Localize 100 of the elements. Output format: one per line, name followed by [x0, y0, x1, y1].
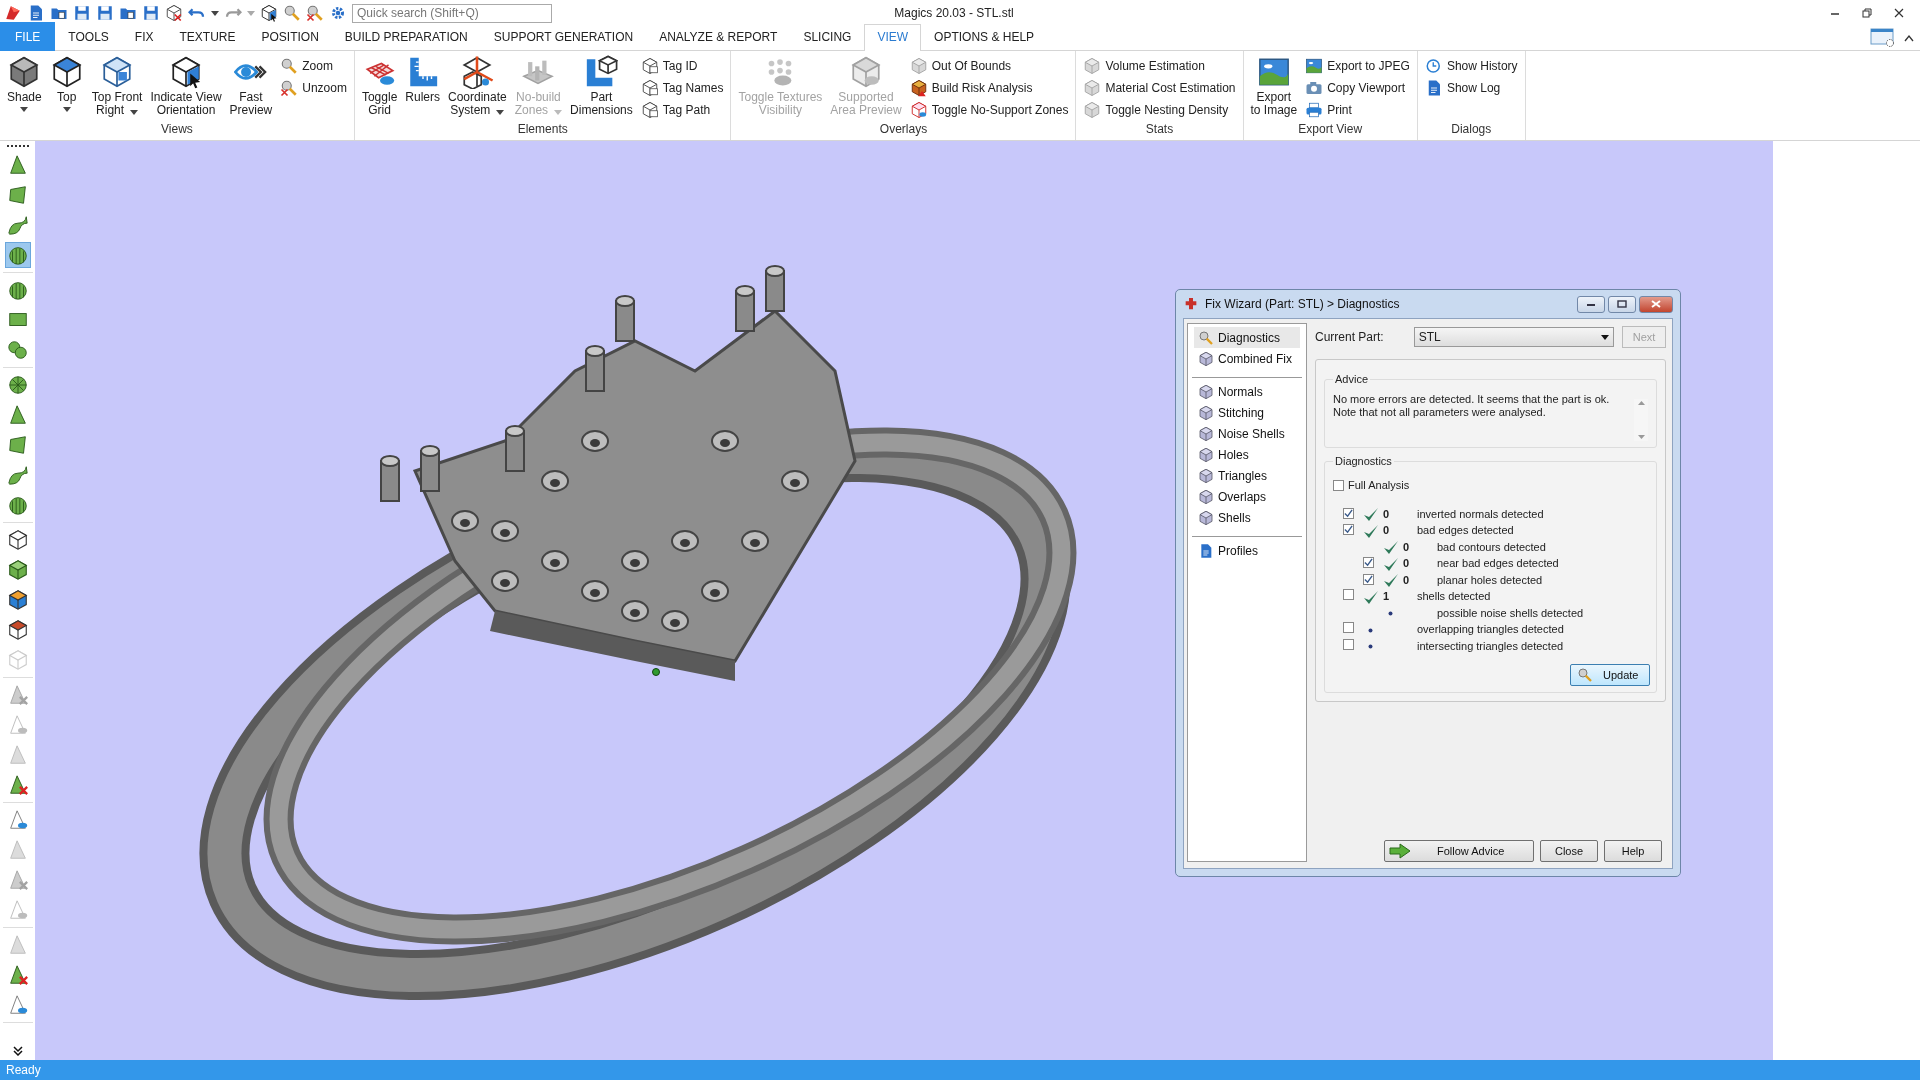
ribbon-tab[interactable]: SLICING [790, 24, 865, 51]
shape-tool-icon [6, 244, 29, 266]
ribbon-button[interactable]: Zoom [277, 55, 350, 76]
caret-icon [1601, 334, 1609, 340]
checkbox[interactable] [1343, 622, 1354, 633]
ribbon-button[interactable]: Top Front Right [88, 53, 146, 120]
unload-part-icon [165, 4, 183, 22]
ribbon-button[interactable]: Fast Preview [226, 53, 276, 120]
nav-item[interactable]: Overlaps [1194, 486, 1300, 507]
cube-warning-icon [909, 78, 928, 97]
shape-tool-icon [6, 464, 29, 486]
ribbon-button[interactable]: Toggle Grid [358, 53, 401, 120]
count-value: 0 [1382, 507, 1390, 520]
magnifier-cross-icon [280, 78, 299, 97]
nav-item[interactable]: Normals [1194, 381, 1300, 402]
maximize-button[interactable] [1608, 295, 1636, 313]
search-field[interactable]: Quick search (Shift+Q) [352, 3, 552, 23]
ribbon-tab[interactable]: VIEW [864, 24, 922, 51]
checkbox[interactable] [1333, 479, 1344, 491]
close-icon [1650, 300, 1662, 308]
update-button[interactable]: Update [1570, 664, 1650, 686]
ribbon-tab[interactable]: TOOLS [55, 24, 122, 51]
ribbon-button[interactable]: Unzoom [277, 77, 350, 98]
ribbon-button[interactable]: Show Log [1421, 77, 1521, 98]
nav-item[interactable]: Holes [1194, 444, 1300, 465]
ribbon-tab[interactable]: POSITION [248, 24, 332, 51]
ribbon-button[interactable]: Rulers [402, 53, 443, 120]
diagnostic-label: intersecting triangles detected [1417, 638, 1565, 654]
group-label: Stats [1145, 121, 1174, 138]
diagnostic-label: possible noise shells detected [1437, 605, 1585, 621]
ribbon-button[interactable]: Export to Image [1247, 53, 1301, 120]
ribbon-button[interactable]: Toggle No-Support Zones [906, 99, 1072, 120]
nav-item[interactable]: Triangles [1194, 465, 1300, 486]
ribbon-button[interactable]: Tag ID [637, 55, 727, 76]
settings-icon [329, 4, 347, 22]
dialog-button[interactable]: Help [1604, 840, 1662, 862]
pivot-marker-icon [652, 668, 660, 676]
tool-button[interactable] [4, 242, 31, 268]
ribbon-button[interactable]: Tag Names [637, 77, 727, 98]
ribbon-button[interactable]: Build Risk Analysis [906, 77, 1072, 98]
close-button[interactable] [1639, 295, 1673, 313]
ribbon-button[interactable]: Export to JPEG [1302, 55, 1413, 76]
ribbon-button[interactable]: Copy Viewport [1302, 77, 1413, 98]
count-value: 0 [1402, 540, 1410, 553]
checkbox[interactable] [1343, 589, 1354, 601]
cube-tool-icon [6, 529, 29, 551]
ribbon-button[interactable]: Print [1302, 99, 1413, 120]
cube-icon [1198, 350, 1214, 367]
group-label: Export View [1298, 121, 1363, 138]
ribbon-button[interactable]: Part Dimensions [567, 53, 636, 120]
ribbon-tab[interactable]: OPTIONS & HELP [921, 24, 1048, 51]
ribbon-tab[interactable]: BUILD PREPARATION [331, 24, 481, 51]
caret-icon [211, 10, 219, 16]
shape-tool-icon [6, 279, 29, 301]
field-label: Current Part: [1315, 329, 1384, 346]
ribbon-tab[interactable]: FIX [121, 24, 167, 51]
ribbon-button[interactable]: Indicate View Orientation [147, 53, 225, 120]
cube-icon [909, 56, 928, 75]
count-value: 0 [1402, 573, 1410, 586]
grip-icon [6, 144, 29, 148]
cube-icon [909, 100, 928, 119]
section-label: Diagnostics [1334, 456, 1393, 467]
nav-item[interactable]: Shells [1194, 507, 1300, 528]
nav-item[interactable]: Noise Shells [1194, 423, 1300, 444]
shape-tool-icon [6, 214, 29, 236]
tick-icon [1364, 574, 1373, 584]
ribbon-tab[interactable]: SUPPORT GENERATION [480, 24, 647, 51]
nav-item[interactable]: Profiles [1194, 540, 1300, 561]
shape-tool-icon [6, 374, 29, 396]
ribbon-tab[interactable]: ANALYZE & REPORT [646, 24, 791, 51]
minimize-button[interactable] [1577, 295, 1605, 313]
dialog-button[interactable]: Follow Advice [1384, 840, 1534, 862]
magnifier-icon [280, 56, 299, 75]
cube-icon [1198, 404, 1214, 421]
ribbon-tab[interactable]: TEXTURE [166, 24, 249, 51]
shape-tool-icon [6, 434, 29, 456]
part-dropdown[interactable]: STL [1413, 327, 1614, 347]
checkbox-label: Full Analysis [1348, 478, 1410, 493]
nav-item[interactable]: Diagnostics [1194, 327, 1300, 348]
ribbon-button[interactable]: Tag Path [637, 99, 727, 120]
dialog-button[interactable]: Close [1540, 840, 1598, 862]
ruler-cube-icon [584, 55, 619, 89]
checkbox[interactable] [1343, 507, 1354, 519]
nav-item[interactable]: Stitching [1194, 402, 1300, 423]
ribbon-button[interactable]: Shade [4, 53, 45, 120]
cube-icon [1198, 383, 1214, 400]
cube-tag-icon [640, 56, 659, 75]
checkbox[interactable] [1343, 524, 1354, 536]
checkbox[interactable] [1363, 557, 1374, 569]
checkbox[interactable] [1343, 638, 1354, 650]
ribbon-button[interactable]: Coordinate System [445, 53, 510, 120]
checkbox[interactable] [1363, 573, 1374, 585]
count-value: 0 [1382, 524, 1390, 537]
diagnostic-label: overlapping triangles detected [1417, 622, 1565, 637]
unzoom-icon [306, 4, 324, 22]
diagnostic-label: inverted normals detected [1417, 506, 1545, 522]
nav-item[interactable]: Combined Fix [1194, 348, 1300, 369]
ribbon-button[interactable]: Show History [1421, 55, 1521, 76]
magnifier-icon [1198, 329, 1214, 346]
ribbon-button[interactable]: Top [46, 53, 87, 120]
